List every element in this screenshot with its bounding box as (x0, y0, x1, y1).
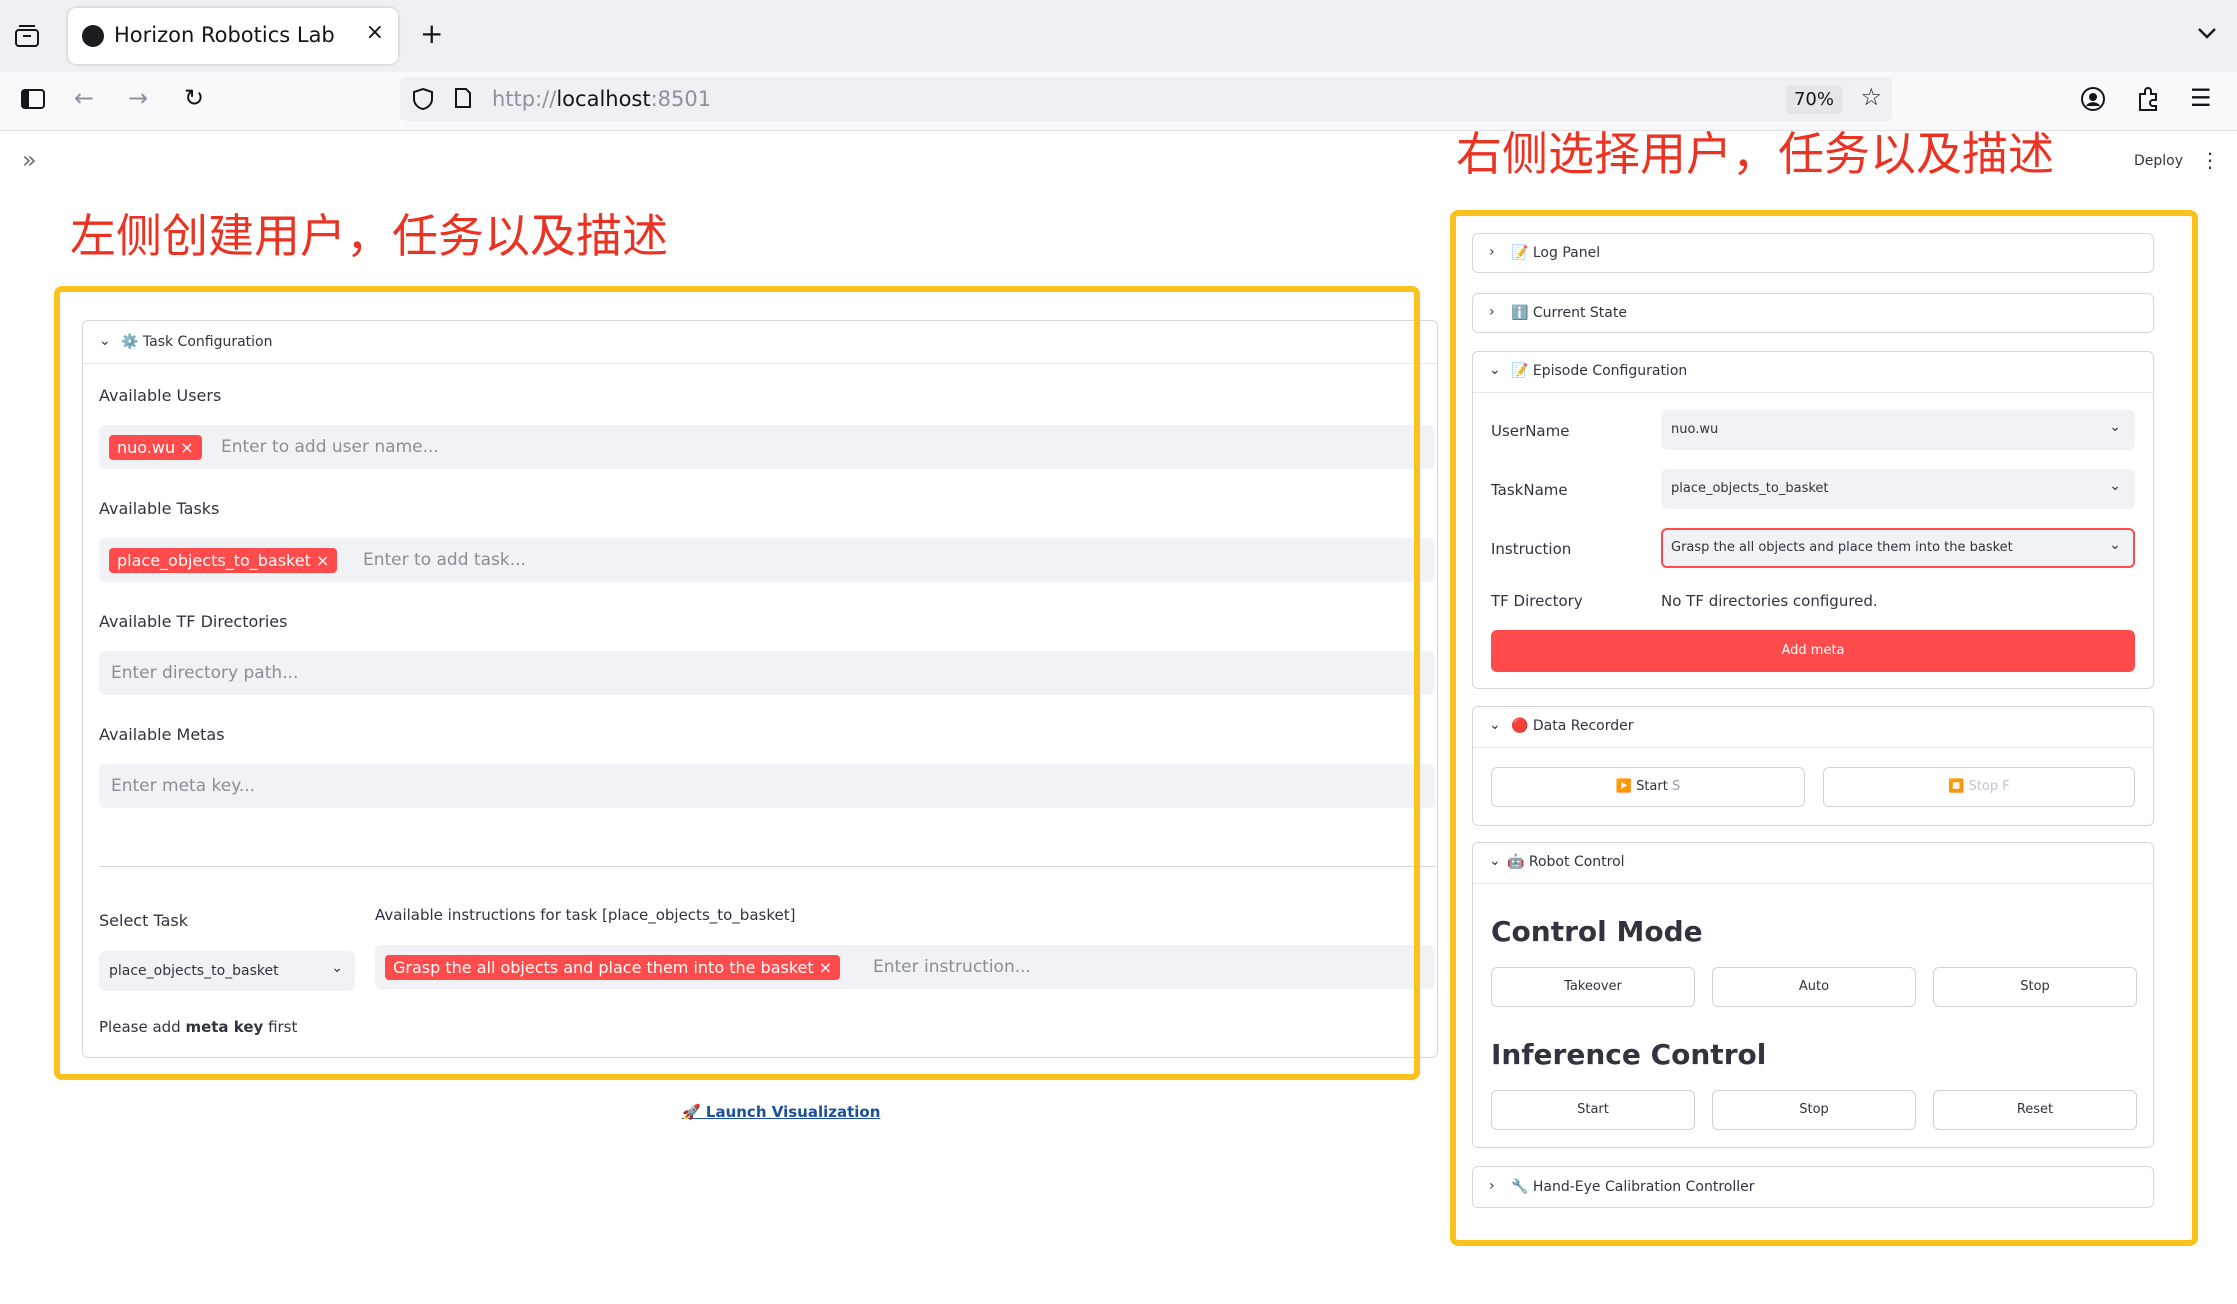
left-highlight-box (54, 286, 1420, 1080)
tab-close-icon[interactable]: × (366, 20, 384, 45)
streamlit-favicon-icon (82, 25, 104, 47)
url-text[interactable]: http://localhost:8501 (492, 87, 711, 111)
reload-icon[interactable]: ↻ (184, 86, 204, 110)
list-all-tabs-icon[interactable] (2196, 22, 2218, 48)
right-annotation: 右侧选择用户，任务以及描述 (1456, 127, 2054, 181)
zoom-level[interactable]: 70% (1785, 85, 1842, 114)
tab-overview-icon[interactable] (14, 24, 40, 52)
browser-tab[interactable]: Horizon Robotics Lab Infe × (68, 8, 398, 64)
tab-title: Horizon Robotics Lab Infe (114, 23, 334, 47)
bookmark-star-icon[interactable]: ☆ (1860, 85, 1882, 109)
right-highlight-box (1450, 210, 2198, 1246)
left-annotation: 左侧创建用户，任务以及描述 (70, 209, 668, 263)
launch-visualization-link[interactable]: 🚀 Launch Visualization (682, 1103, 880, 1121)
back-arrow-icon[interactable]: ← (74, 86, 94, 110)
url-bar[interactable]: http://localhost:8501 70% ☆ (400, 77, 1892, 121)
page-info-icon[interactable] (454, 87, 472, 113)
main-menu-icon[interactable]: ⋮ (2200, 148, 2220, 172)
new-tab-button[interactable]: + (420, 20, 443, 48)
app-menu-icon[interactable]: ☰ (2190, 86, 2212, 110)
sidebar-toggle-icon[interactable] (20, 88, 46, 114)
browser-tab-bar: Horizon Robotics Lab Infe × + (0, 0, 2237, 72)
extensions-icon[interactable] (2136, 86, 2160, 116)
shield-icon[interactable] (412, 87, 434, 115)
forward-arrow-icon[interactable]: → (128, 86, 148, 110)
sidebar-expand-icon[interactable]: » (22, 146, 37, 174)
deploy-button[interactable]: Deploy (2134, 153, 2183, 169)
account-icon[interactable] (2080, 86, 2106, 116)
